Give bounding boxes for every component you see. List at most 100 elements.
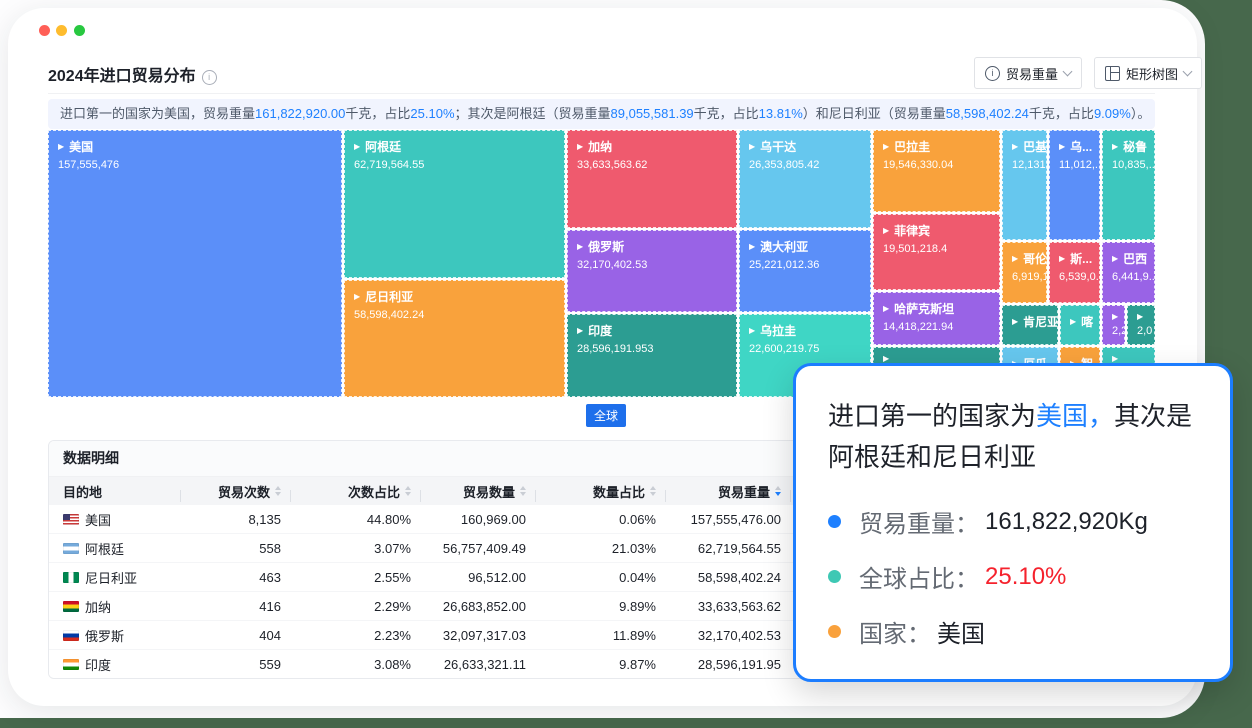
drilldown-arrow-icon: ▶	[1012, 143, 1018, 151]
treemap-cell-肯尼亚[interactable]: ▶肯尼亚	[1002, 305, 1058, 345]
treemap-cell-加纳[interactable]: ▶加纳33,633,563.62	[567, 130, 737, 228]
treemap-breadcrumb-global[interactable]: 全球	[586, 404, 626, 427]
treemap-cell-value: 26,353,805.42	[749, 159, 861, 171]
treemap-cell-label: ▶	[1112, 355, 1145, 363]
drilldown-arrow-icon: ▶	[749, 327, 755, 335]
treemap-cell-name: 巴西	[1123, 250, 1147, 267]
treemap-cell-label: ▶哥伦...	[1012, 250, 1037, 267]
tooltip-items: 贸易重量：161,822,920Kg全球占比：25.10%国家：美国	[828, 504, 1198, 649]
treemap-cell-name: 澳大利亚	[760, 238, 808, 255]
flag-icon-us	[63, 514, 79, 525]
table-cell: 2.55%	[291, 570, 421, 585]
treemap-cell-哥伦...[interactable]: ▶哥伦...6,919,1...	[1002, 242, 1047, 303]
summary-value: 58,598,402.24	[946, 106, 1029, 121]
destination-name: 俄罗斯	[85, 626, 124, 645]
table-cell: 62,719,564.55	[666, 541, 791, 556]
summary-value: 13.81%	[759, 106, 803, 121]
destination-name: 尼日利亚	[85, 568, 137, 587]
treemap-cell-value: 2,2	[1112, 325, 1115, 337]
column-header-贸易次数[interactable]: 贸易次数	[181, 482, 291, 501]
treemap-cell-阿根廷[interactable]: ▶阿根廷62,719,564.55	[344, 130, 565, 278]
stage: 2024年进口贸易分布 贸易重量 矩形树图 进口第一的国家为美国，贸易重量161…	[0, 0, 1252, 728]
sort-icon[interactable]	[405, 486, 411, 496]
treemap-cell-俄罗斯[interactable]: ▶俄罗斯32,170,402.53	[567, 230, 737, 312]
treemap-cell-value: 25,221,012.36	[749, 259, 861, 271]
drilldown-arrow-icon: ▶	[1137, 313, 1143, 321]
info-icon[interactable]	[202, 70, 217, 85]
sort-down-caret	[405, 492, 411, 496]
treemap-cell-巴基...[interactable]: ▶巴基...12,131,5...	[1002, 130, 1047, 240]
window-close-button[interactable]	[39, 25, 50, 36]
flag-icon-ru	[63, 630, 79, 641]
sort-icon[interactable]	[775, 486, 781, 496]
treemap-cell-巴西[interactable]: ▶巴西6,441,9...	[1102, 242, 1155, 303]
treemap-cell-value: 19,546,330.04	[883, 159, 990, 171]
treemap-cell-美国[interactable]: ▶美国157,555,476	[48, 130, 342, 397]
sort-up-caret	[275, 486, 281, 490]
treemap-cell-印度[interactable]: ▶印度28,596,191.953	[567, 314, 737, 397]
flag-icon-ar	[63, 543, 79, 554]
treemap-cell-label: ▶印度	[577, 322, 727, 339]
treemap-cell-斯...[interactable]: ▶斯...6,539,0...	[1049, 242, 1100, 303]
table-cell: 3.07%	[291, 541, 421, 556]
treemap-cell-喀[interactable]: ▶喀	[1060, 305, 1100, 345]
column-header-label: 贸易次数	[218, 482, 270, 501]
column-header-贸易数量[interactable]: 贸易数量	[421, 482, 536, 501]
treemap-cell-尼日利亚[interactable]: ▶尼日利亚58,598,402.24	[344, 280, 565, 397]
window-minimize-button[interactable]	[56, 25, 67, 36]
column-header-贸易重量[interactable]: 贸易重量	[666, 482, 791, 501]
sort-down-caret	[520, 492, 526, 496]
window-zoom-button[interactable]	[74, 25, 85, 36]
sort-icon[interactable]	[520, 486, 526, 496]
treemap-cell-label: ▶ 巴西	[1112, 250, 1145, 267]
column-header-label: 目的地	[63, 482, 102, 501]
treemap-cell-label: ▶尼日利亚	[354, 288, 555, 305]
column-header-数量占比[interactable]: 数量占比	[536, 482, 666, 501]
metric-select-button[interactable]: 贸易重量	[974, 57, 1082, 89]
summary-segment: ；其次是阿根廷（贸易重量	[455, 106, 611, 121]
chevron-down-icon	[1063, 67, 1073, 77]
table-cell: 58,598,402.24	[666, 570, 791, 585]
summary-text: 进口第一的国家为美国，贸易重量161,822,920.00千克，占比25.10%…	[48, 99, 1155, 129]
chart-type-select-button[interactable]: 矩形树图	[1094, 57, 1202, 89]
destination-cell: 印度	[49, 655, 181, 674]
sort-icon[interactable]	[650, 486, 656, 496]
table-cell: 559	[181, 657, 291, 672]
sort-icon[interactable]	[275, 486, 281, 496]
drilldown-arrow-icon: ▶	[749, 243, 755, 251]
treemap-cell[interactable]: ▶2,0	[1127, 305, 1155, 345]
treemap-cell-菲律宾[interactable]: ▶菲律宾19,501,218.4	[873, 214, 1000, 290]
tooltip-title: 进口第一的国家为美国，其次是阿根廷和尼日利亚	[828, 396, 1198, 478]
destination-cell: 美国	[49, 510, 181, 529]
treemap-cell-哈萨克斯坦[interactable]: ▶哈萨克斯坦14,418,221.94	[873, 292, 1000, 345]
table-cell: 558	[181, 541, 291, 556]
treemap-cell-name: 加纳	[588, 138, 612, 155]
treemap-cell-澳大利亚[interactable]: ▶ 澳大利亚 25,221,012.36	[739, 230, 871, 312]
treemap-cell-value: 19,501,218.4	[883, 243, 990, 255]
treemap-cell-秘鲁[interactable]: ▶秘鲁10,835,...	[1102, 130, 1155, 240]
treemap-cell[interactable]: ▶2,2	[1102, 305, 1125, 345]
column-header-次数占比[interactable]: 次数占比	[291, 482, 421, 501]
treemap-cell-label: ▶斯...	[1059, 250, 1090, 267]
sort-down-caret	[650, 492, 656, 496]
treemap-cell-label: ▶秘鲁	[1112, 138, 1145, 155]
treemap-cell-乌...[interactable]: ▶乌...11,012,...	[1049, 130, 1100, 240]
summary-segment: 千克，占比	[345, 106, 410, 121]
drilldown-arrow-icon: ▶	[577, 327, 583, 335]
treemap-cell-name: 乌...	[1070, 138, 1092, 155]
treemap-cell-label: ▶巴基...	[1012, 138, 1037, 155]
bullet-dot-icon	[828, 515, 841, 528]
bullet-dot-icon	[828, 570, 841, 583]
treemap-cell-乌干达[interactable]: ▶乌干达26,353,805.42	[739, 130, 871, 228]
tooltip-title-text: 进口第一的国家为	[828, 401, 1036, 431]
summary-segment: ）。	[1131, 106, 1151, 121]
drilldown-arrow-icon: ▶	[1112, 255, 1118, 263]
treemap-cell-巴拉圭[interactable]: ▶巴拉圭19,546,330.04	[873, 130, 1000, 212]
tooltip-item: 国家：美国	[828, 614, 1198, 649]
drilldown-arrow-icon: ▶	[883, 305, 889, 313]
chart-type-select-label: 矩形树图	[1126, 64, 1178, 83]
treemap-cell-value: 14,418,221.94	[883, 321, 990, 333]
treemap-cell-label: ▶喀	[1070, 313, 1090, 330]
table-cell: 32,097,317.03	[421, 628, 536, 643]
destination-name: 印度	[85, 655, 111, 674]
